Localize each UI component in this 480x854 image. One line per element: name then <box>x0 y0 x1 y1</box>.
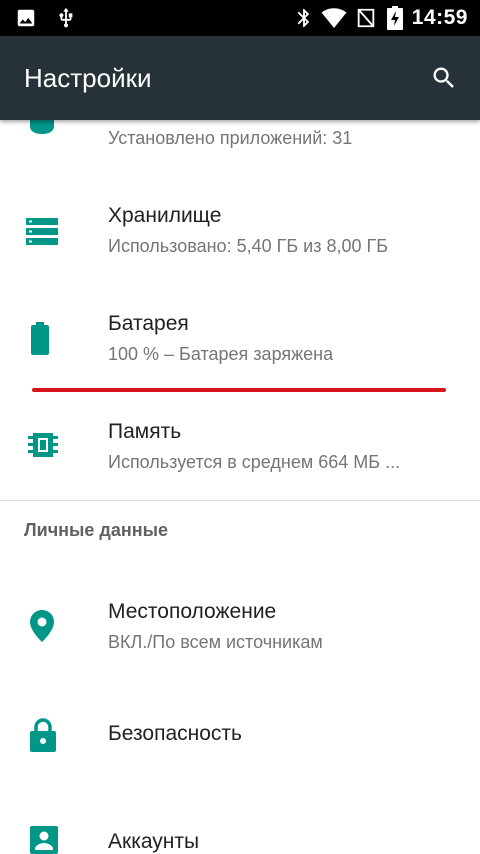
apps-icon <box>26 120 58 134</box>
memory-icon <box>28 430 58 462</box>
search-icon[interactable] <box>430 64 458 92</box>
status-time: 14:59 <box>411 6 468 29</box>
settings-item-summary: Использовано: 5,40 ГБ из 8,00 ГБ <box>108 236 389 256</box>
settings-item-summary: ВКЛ./По всем источникам <box>108 632 323 652</box>
wifi-icon <box>320 6 348 30</box>
bluetooth-icon <box>292 6 316 30</box>
battery-charging-icon <box>386 6 404 30</box>
status-bar: 14:59 <box>0 0 480 36</box>
storage-icon <box>26 216 58 248</box>
image-icon <box>14 6 38 30</box>
section-header: Личные данные <box>24 520 168 540</box>
settings-item-memory[interactable]: Память Используется в среднем 664 МБ ... <box>0 396 480 500</box>
settings-item-location[interactable]: Местоположение ВКЛ./По всем источникам <box>0 570 480 674</box>
settings-screen: 14:59 Настройки Установлено приложений: … <box>0 0 480 854</box>
settings-item-title: Безопасность <box>108 722 242 745</box>
no-sim-icon <box>354 6 378 30</box>
settings-item-title: Местоположение <box>108 600 277 623</box>
app-bar: Настройки <box>0 36 480 120</box>
settings-item-title: Батарея <box>108 312 189 335</box>
settings-item-title: Аккаунты <box>108 830 200 853</box>
battery-icon <box>30 322 54 355</box>
settings-item-title: Хранилище <box>108 204 222 227</box>
settings-item-accounts[interactable]: Аккаунты <box>0 794 480 854</box>
settings-item-summary: Установлено приложений: 31 <box>108 128 353 148</box>
settings-item-storage[interactable]: Хранилище Использовано: 5,40 ГБ из 8,00 … <box>0 180 480 288</box>
settings-item-battery[interactable]: Батарея 100 % – Батарея заряжена <box>0 288 480 388</box>
settings-item-security[interactable]: Безопасность <box>0 674 480 794</box>
account-icon <box>30 826 58 854</box>
usb-icon <box>54 6 78 30</box>
settings-item-apps[interactable]: Установлено приложений: 31 <box>0 120 480 170</box>
section-divider <box>0 500 480 501</box>
settings-item-title: Память <box>108 420 182 443</box>
settings-item-summary: Используется в среднем 664 МБ ... <box>108 452 401 472</box>
highlight-underline <box>32 388 446 392</box>
lock-icon <box>30 718 56 752</box>
settings-list[interactable]: Установлено приложений: 31 Хранилище Исп… <box>0 120 480 854</box>
settings-item-summary: 100 % – Батарея заряжена <box>108 344 334 364</box>
location-pin-icon <box>30 610 54 642</box>
page-title: Настройки <box>24 63 152 93</box>
